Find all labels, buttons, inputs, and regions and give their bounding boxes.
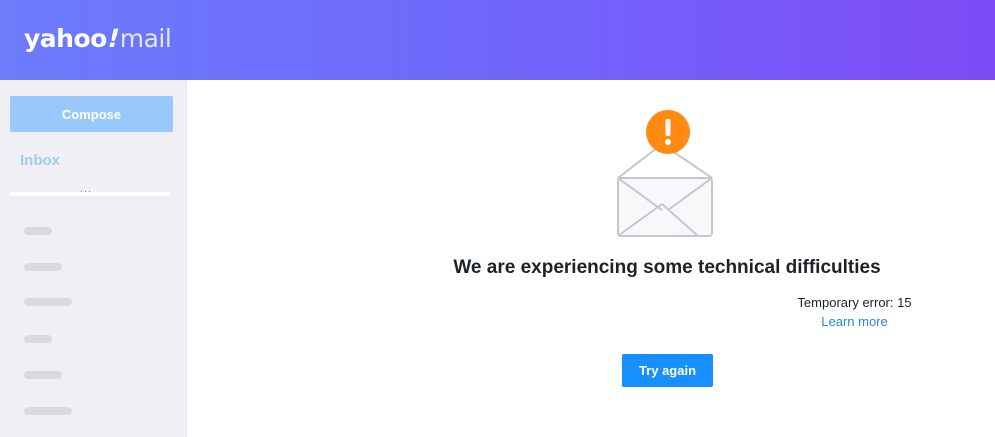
sidebar-item-inbox[interactable]: Inbox [20, 152, 60, 169]
folder-placeholder [24, 371, 62, 379]
folder-placeholder [24, 335, 52, 343]
folder-placeholder [24, 227, 52, 235]
envelope-with-exclamation-icon [617, 110, 713, 237]
main-content: We are experiencing some technical diffi… [187, 80, 995, 437]
folder-placeholder [24, 298, 72, 306]
folder-placeholder [24, 407, 72, 415]
error-title: We are experiencing some technical diffi… [453, 257, 881, 278]
error-message: Temporary error: 15 [797, 295, 912, 310]
folder-placeholder [24, 263, 62, 271]
logo-mail-text: mail [119, 24, 172, 53]
yahoo-mail-logo[interactable]: yahoo! mail [24, 24, 172, 54]
logo-text: yahoo [24, 24, 107, 53]
try-again-button[interactable]: Try again [622, 354, 713, 387]
more-folders-button[interactable]: ... [79, 184, 93, 195]
app-header: yahoo! mail [0, 0, 995, 80]
learn-more-link[interactable]: Learn more [187, 314, 995, 329]
compose-button[interactable]: Compose [10, 96, 173, 132]
sidebar: Compose Inbox ... [0, 80, 187, 437]
